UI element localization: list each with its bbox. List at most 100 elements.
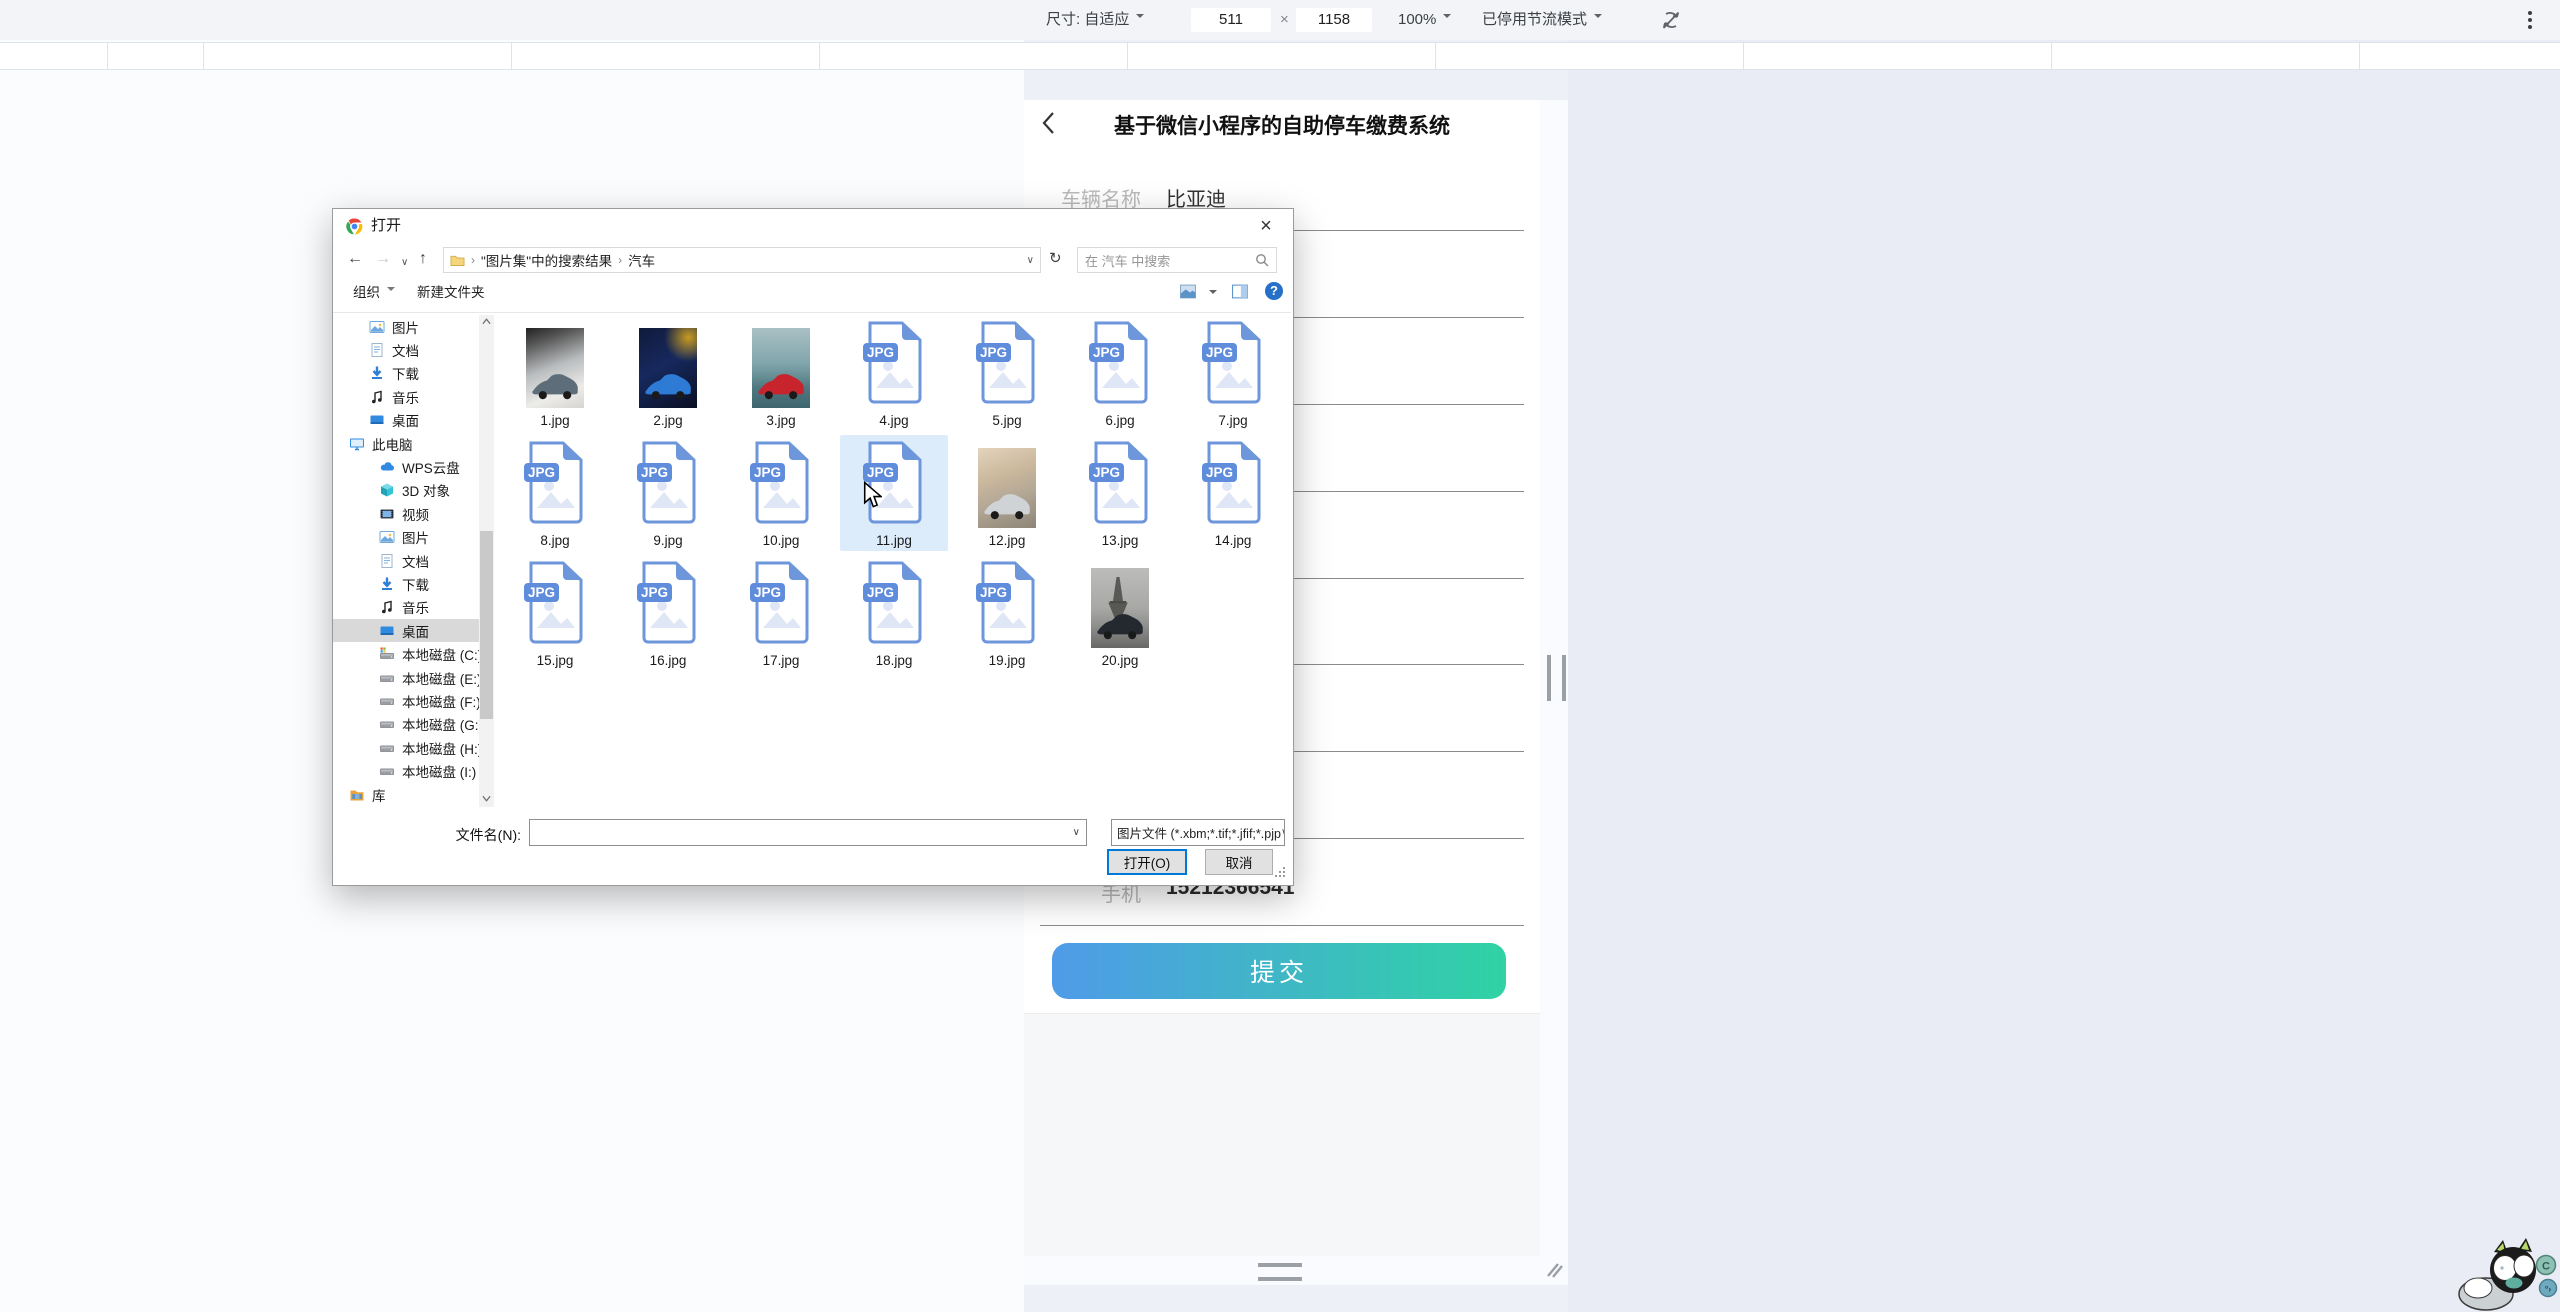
chevron-down-icon: ∨ xyxy=(1281,827,1285,838)
sidebar-item-3D 对象[interactable]: 3D 对象 xyxy=(333,479,479,502)
file-item-7.jpg[interactable]: JPG7.jpg xyxy=(1179,315,1287,431)
search-box[interactable]: 在 汽车 中搜索 xyxy=(1077,247,1277,273)
sidebar-item-label: 此电脑 xyxy=(372,434,413,454)
file-item-11.jpg[interactable]: JPG11.jpg xyxy=(840,435,948,551)
sidebar-item-桌面[interactable]: 桌面 xyxy=(333,409,479,432)
nav-forward-icon[interactable]: → xyxy=(375,249,391,269)
rotate-viewport-icon[interactable] xyxy=(1660,9,1682,35)
sidebar-item-文档[interactable]: 文档 xyxy=(333,549,479,572)
filetype-select[interactable]: 图片文件 (*.xbm;*.tif;*.jfif;*.pjp ∨ xyxy=(1111,819,1285,846)
sidebar-item-label: 库 xyxy=(372,785,386,805)
cube-3d-icon xyxy=(379,482,395,498)
breadcrumb[interactable]: › "图片集"中的搜索结果 › 汽车 ∨ xyxy=(443,247,1041,273)
help-icon[interactable]: ? xyxy=(1265,282,1283,300)
cloud-icon xyxy=(379,459,395,475)
file-item-19.jpg[interactable]: JPG19.jpg xyxy=(953,555,1061,671)
sidebar-item-label: 桌面 xyxy=(392,410,419,430)
sidebar-item-本地磁盘 (G:)[interactable]: 本地磁盘 (G:) xyxy=(333,713,479,736)
file-item-20.jpg[interactable]: 20.jpg xyxy=(1066,555,1174,671)
sidebar-item-本地磁盘 (H:)[interactable]: 本地磁盘 (H:) xyxy=(333,736,479,759)
nav-history-chevron-icon[interactable]: ∨ xyxy=(401,253,408,273)
dialog-resize-grip[interactable] xyxy=(1275,867,1285,877)
desktop-pet-cat[interactable]: C °› xyxy=(2458,1238,2558,1312)
sidebar-item-图片[interactable]: 图片 xyxy=(333,315,479,338)
sidebar-item-下载[interactable]: 下载 xyxy=(333,572,479,595)
svg-text:°›: °› xyxy=(2545,1284,2552,1294)
file-item-1.jpg[interactable]: 1.jpg xyxy=(501,315,609,431)
sidebar-item-下载[interactable]: 下载 xyxy=(333,362,479,385)
new-folder-button[interactable]: 新建文件夹 xyxy=(417,283,485,303)
file-item-8.jpg[interactable]: JPG8.jpg xyxy=(501,435,609,551)
svg-text:JPG: JPG xyxy=(754,465,781,480)
kebab-menu-icon[interactable] xyxy=(2528,11,2534,29)
open-button[interactable]: 打开(O) xyxy=(1107,849,1187,875)
viewport-height-input[interactable]: 1158 xyxy=(1296,8,1372,32)
file-item-14.jpg[interactable]: JPG14.jpg xyxy=(1179,435,1287,551)
chevron-down-icon xyxy=(1136,14,1144,22)
device-size-dropdown[interactable]: 尺寸: 自适应 xyxy=(1046,0,1144,40)
submit-button[interactable]: 提交 xyxy=(1052,943,1506,999)
nav-back-icon[interactable]: ← xyxy=(347,249,363,269)
viewport-resize-handle-right[interactable] xyxy=(1547,655,1566,701)
sidebar-item-音乐[interactable]: 音乐 xyxy=(333,596,479,619)
chevron-down-icon[interactable] xyxy=(1209,290,1217,298)
nav-up-icon[interactable]: ↑ xyxy=(419,249,427,269)
file-grid: 1.jpg2.jpg3.jpgJPG4.jpgJPG5.jpgJPG6.jpgJ… xyxy=(501,315,1292,675)
file-item-16.jpg[interactable]: JPG16.jpg xyxy=(614,555,722,671)
photo-thumbnail xyxy=(752,328,810,408)
close-icon[interactable]: × xyxy=(1249,211,1283,241)
file-item-4.jpg[interactable]: JPG4.jpg xyxy=(840,315,948,431)
scroll-up-icon[interactable] xyxy=(482,318,491,325)
sidebar-item-库[interactable]: 库 xyxy=(333,783,479,806)
file-item-10.jpg[interactable]: JPG10.jpg xyxy=(727,435,835,551)
sidebar-item-WPS云盘[interactable]: WPS云盘 xyxy=(333,455,479,478)
sidebar-item-本地磁盘 (E:)[interactable]: 本地磁盘 (E:) xyxy=(333,666,479,689)
scroll-down-icon[interactable] xyxy=(482,795,491,802)
file-item-9.jpg[interactable]: JPG9.jpg xyxy=(614,435,722,551)
file-item-6.jpg[interactable]: JPG6.jpg xyxy=(1066,315,1174,431)
sidebar-item-桌面[interactable]: 桌面 xyxy=(333,619,479,642)
svg-text:JPG: JPG xyxy=(1206,465,1233,480)
file-item-3.jpg[interactable]: 3.jpg xyxy=(727,315,835,431)
file-item-18.jpg[interactable]: JPG18.jpg xyxy=(840,555,948,671)
organize-menu[interactable]: 组织 xyxy=(353,283,395,303)
breadcrumb-current[interactable]: 汽车 xyxy=(628,250,655,270)
mouse-cursor-icon xyxy=(863,481,882,509)
video-icon xyxy=(379,506,395,522)
file-name: 18.jpg xyxy=(876,651,913,671)
chevron-down-icon xyxy=(387,287,395,295)
cancel-button[interactable]: 取消 xyxy=(1205,849,1273,875)
device-size-label: 尺寸: 自适应 xyxy=(1046,11,1129,28)
file-item-2.jpg[interactable]: 2.jpg xyxy=(614,315,722,431)
viewport-resize-handle-bottom[interactable] xyxy=(1258,1263,1302,1281)
breadcrumb-root[interactable]: "图片集"中的搜索结果 xyxy=(481,250,612,270)
file-item-12.jpg[interactable]: 12.jpg xyxy=(953,435,1061,551)
throttle-dropdown[interactable]: 已停用节流模式 xyxy=(1482,0,1602,40)
file-item-17.jpg[interactable]: JPG17.jpg xyxy=(727,555,835,671)
viewport-resize-corner-icon[interactable] xyxy=(1544,1260,1564,1280)
sidebar-item-文档[interactable]: 文档 xyxy=(333,338,479,361)
scrollbar-thumb[interactable] xyxy=(480,531,493,719)
jpg-file-icon: JPG xyxy=(861,320,927,411)
sidebar-item-此电脑[interactable]: 此电脑 xyxy=(333,432,479,455)
sidebar-item-本地磁盘 (F:)[interactable]: 本地磁盘 (F:) xyxy=(333,689,479,712)
disk-icon xyxy=(379,740,395,756)
file-item-15.jpg[interactable]: JPG15.jpg xyxy=(501,555,609,671)
sidebar-item-label: 本地磁盘 (H:) xyxy=(402,738,482,758)
devtools-toolbar: 尺寸: 自适应 511 × 1158 100% 已停用节流模式 xyxy=(0,0,2560,40)
filename-input[interactable]: ∨ xyxy=(529,819,1087,846)
preview-pane-icon[interactable] xyxy=(1231,283,1249,303)
breadcrumb-chevron-icon[interactable]: ∨ xyxy=(1027,255,1034,266)
sidebar-item-视频[interactable]: 视频 xyxy=(333,502,479,525)
sidebar-item-音乐[interactable]: 音乐 xyxy=(333,385,479,408)
sidebar-item-图片[interactable]: 图片 xyxy=(333,526,479,549)
file-item-13.jpg[interactable]: JPG13.jpg xyxy=(1066,435,1174,551)
sidebar-item-本地磁盘 (I:)[interactable]: 本地磁盘 (I:) xyxy=(333,759,479,782)
thumbnail-view-icon[interactable] xyxy=(1179,283,1197,303)
desktop-icon xyxy=(379,623,395,639)
viewport-width-input[interactable]: 511 xyxy=(1191,8,1271,32)
file-item-5.jpg[interactable]: JPG5.jpg xyxy=(953,315,1061,431)
sidebar-item-本地磁盘 (C:)[interactable]: 本地磁盘 (C:) xyxy=(333,642,479,665)
zoom-dropdown[interactable]: 100% xyxy=(1398,0,1451,40)
refresh-icon[interactable]: ↻ xyxy=(1049,249,1062,269)
